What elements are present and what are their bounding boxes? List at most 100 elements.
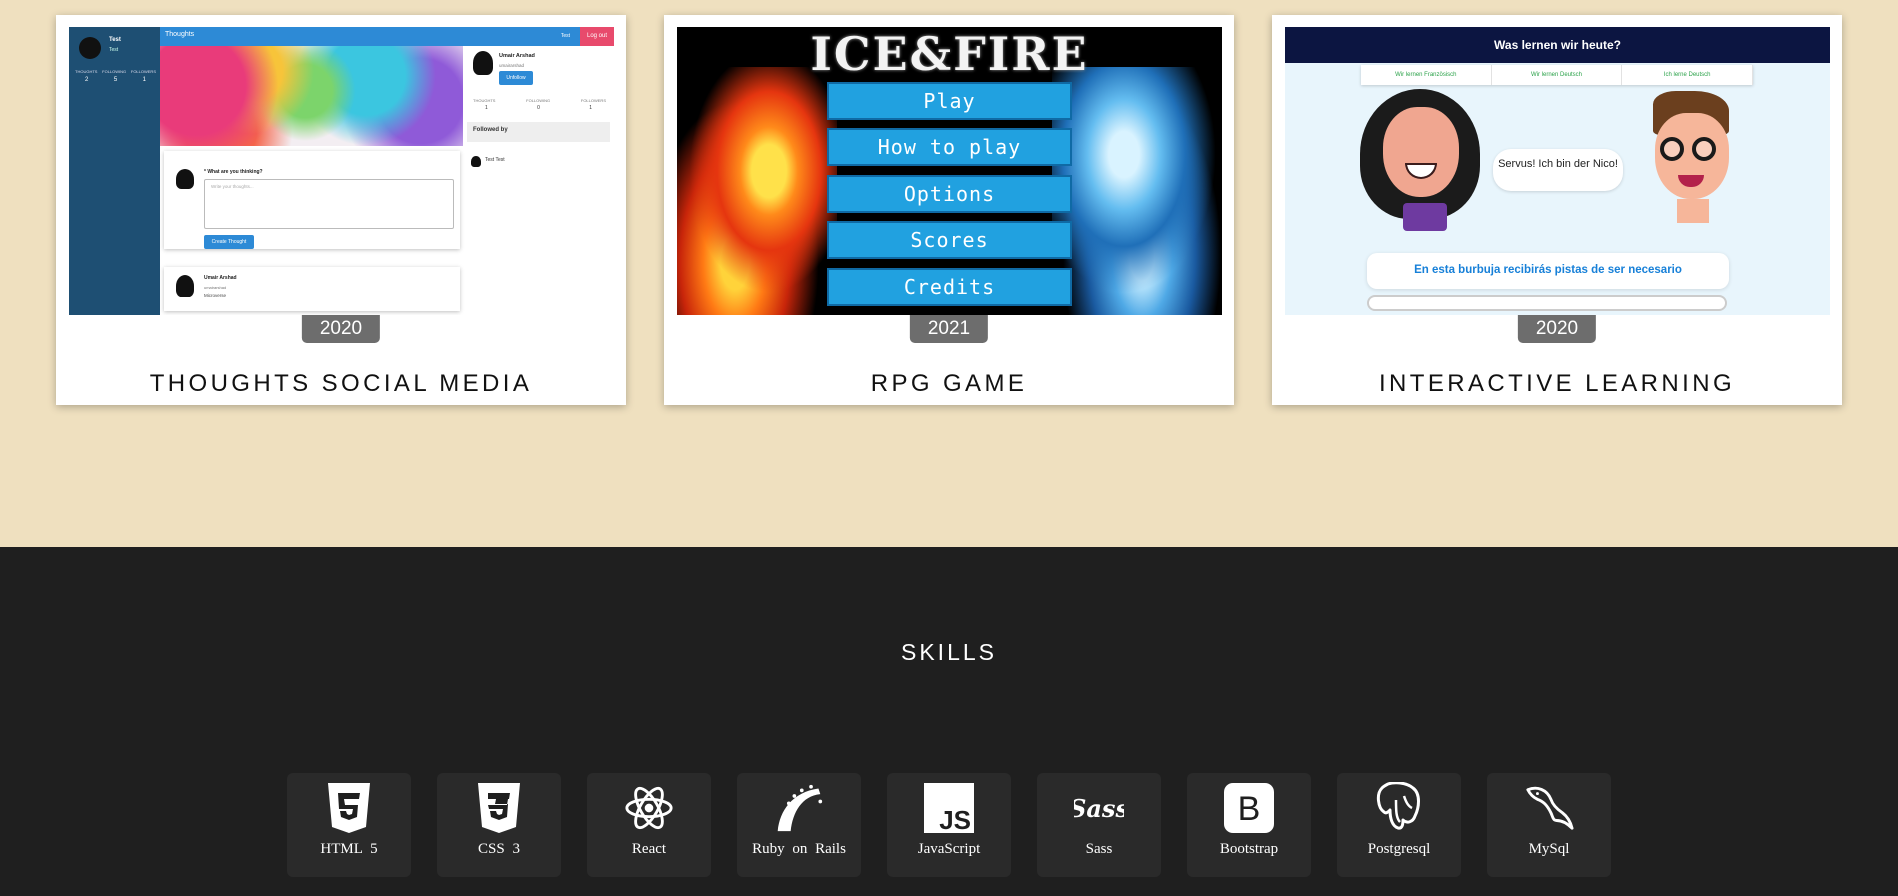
avatar — [79, 37, 101, 59]
skill-label: JavaScript — [917, 841, 981, 857]
avatar — [473, 51, 493, 75]
avatar — [176, 275, 194, 297]
learning-header: Was lernen wir heute? — [1285, 27, 1830, 63]
followed-by-heading: Followed by — [467, 122, 610, 142]
menu-scores: Scores — [827, 221, 1072, 259]
form-prompt: * What are you thinking? — [204, 169, 263, 175]
unfollow-button: Unfollow — [499, 71, 533, 85]
boy-neck — [1677, 199, 1709, 223]
glasses — [1692, 137, 1716, 161]
menu-how-to-play: How to play — [827, 128, 1072, 166]
answer-bar — [1367, 295, 1727, 311]
stat-value: 5 — [113, 77, 118, 83]
skill-react: React — [587, 773, 711, 877]
new-thought-form: * What are you thinking? Write your thou… — [164, 151, 460, 249]
year-badge: 2020 — [1517, 315, 1597, 343]
post-text: Microverse — [204, 293, 227, 298]
skill-label: Sass — [1085, 841, 1113, 857]
fire-graphic — [677, 67, 837, 315]
year-badge: 2021 — [909, 315, 989, 343]
thought-textarea: Write your thoughts... — [204, 179, 454, 229]
speech-bubble: Servus! Ich bin der Nico! — [1493, 149, 1623, 191]
hint-bubble: En esta burbuja recibirás pistas de ser … — [1367, 253, 1729, 289]
mysql-icon — [1524, 783, 1574, 833]
rails-icon — [774, 783, 824, 833]
app-title: Thoughts — [165, 31, 195, 38]
skill-label: HTML 5 — [320, 841, 378, 857]
svg-text:Sass: Sass — [1074, 794, 1124, 823]
project-card-thoughts[interactable]: Test Test THOUGHTS FOLLOWING FOLLOWERS 2… — [56, 15, 626, 405]
stat-value: 1 — [485, 105, 488, 111]
ice-graphic — [1052, 67, 1222, 315]
stat-label: FOLLOWING — [526, 98, 551, 103]
skill-mysql: MySql — [1487, 773, 1611, 877]
menu-options: Options — [827, 175, 1072, 213]
react-icon — [624, 783, 674, 833]
html5-icon — [324, 783, 374, 833]
menu-credits: Credits — [827, 268, 1072, 306]
svg-text:JS: JS — [939, 805, 971, 833]
tab-german: Wir lernen Deutsch — [1492, 65, 1623, 85]
menu-play: Play — [827, 82, 1072, 120]
stat-label: FOLLOWING — [102, 69, 127, 74]
stat-label: FOLLOWERS — [580, 98, 606, 103]
tab-french: Wir lernen Französisch — [1361, 65, 1492, 85]
skill-postgresql: Postgresql — [1337, 773, 1461, 877]
stat-label: THOUGHTS — [75, 69, 98, 74]
sidebar: Test Test THOUGHTS FOLLOWING FOLLOWERS 2… — [69, 27, 160, 315]
project-title[interactable]: THOUGHTS SOCIAL MEDIA — [56, 370, 626, 398]
skill-label: React — [631, 841, 667, 857]
skill-rails: Ruby on Rails — [737, 773, 861, 877]
bootstrap-icon: B — [1224, 783, 1274, 833]
sass-icon: Sass — [1074, 783, 1124, 833]
project-card-learning[interactable]: Was lernen wir heute? Wir lernen Französ… — [1272, 15, 1842, 405]
project-screenshot-rpg[interactable]: ICE&FIRE Play How to play Options Scores… — [677, 27, 1222, 315]
app-topbar: Thoughts Test Log out — [160, 27, 614, 46]
hero-image — [160, 46, 463, 146]
stat-value: 0 — [537, 105, 540, 111]
year-badge: 2020 — [301, 315, 381, 343]
skills-heading: SKILLS — [901, 639, 997, 665]
skill-css3: CSS 3 — [437, 773, 561, 877]
profile-handle: umairarshad — [499, 63, 525, 68]
avatar — [471, 156, 481, 167]
project-title[interactable]: INTERACTIVE LEARNING — [1272, 370, 1842, 398]
skill-bootstrap: B Bootstrap — [1187, 773, 1311, 877]
skill-label: Bootstrap — [1219, 841, 1279, 857]
css3-icon — [474, 783, 524, 833]
skill-javascript: JS JavaScript — [887, 773, 1011, 877]
project-card-rpg[interactable]: ICE&FIRE Play How to play Options Scores… — [664, 15, 1234, 405]
stat-value: 2 — [85, 77, 89, 83]
portfolio-section: Test Test THOUGHTS FOLLOWING FOLLOWERS 2… — [0, 0, 1898, 547]
topbar-user: Test — [560, 33, 570, 39]
stat-label: THOUGHTS — [473, 98, 496, 103]
project-screenshot-learning[interactable]: Was lernen wir heute? Wir lernen Französ… — [1285, 27, 1830, 315]
glasses — [1660, 137, 1684, 161]
user-name: Test — [109, 37, 121, 43]
skill-label: Ruby on Rails — [752, 841, 846, 857]
profile-stats-labels: THOUGHTS FOLLOWING FOLLOWERS — [473, 98, 606, 103]
girl-face — [1383, 107, 1459, 197]
logout-button: Log out — [580, 27, 614, 46]
create-thought-button: Create Thought — [204, 235, 254, 249]
tab-learn-german: Ich lerne Deutsch — [1622, 65, 1754, 85]
stat-value: 1 — [142, 77, 146, 83]
stat-value: 1 — [589, 105, 592, 111]
avatar — [176, 169, 194, 189]
project-screenshot-thoughts[interactable]: Test Test THOUGHTS FOLLOWING FOLLOWERS 2… — [69, 27, 614, 315]
project-title[interactable]: RPG GAME — [664, 370, 1234, 398]
javascript-icon: JS — [924, 783, 974, 833]
postgresql-icon — [1374, 782, 1424, 833]
profile-name: Umair Arshad — [499, 53, 535, 59]
post-handle: umairarshad — [204, 285, 227, 290]
post-author: Umair Arshad — [204, 275, 237, 281]
game-logo: ICE&FIRE — [810, 27, 1089, 81]
user-handle: Test — [109, 47, 119, 53]
profile-panel: Umair Arshad umairarshad Unfollow THOUGH… — [463, 46, 614, 315]
skill-label: CSS 3 — [478, 841, 520, 857]
skill-html5: HTML 5 — [287, 773, 411, 877]
skill-label: Postgresql — [1367, 841, 1431, 857]
language-tabs: Wir lernen Französisch Wir lernen Deutsc… — [1361, 65, 1754, 85]
thought-post: Umair Arshad umairarshad Microverse — [164, 267, 460, 311]
profile-stats-values: 1 0 1 — [485, 105, 592, 111]
